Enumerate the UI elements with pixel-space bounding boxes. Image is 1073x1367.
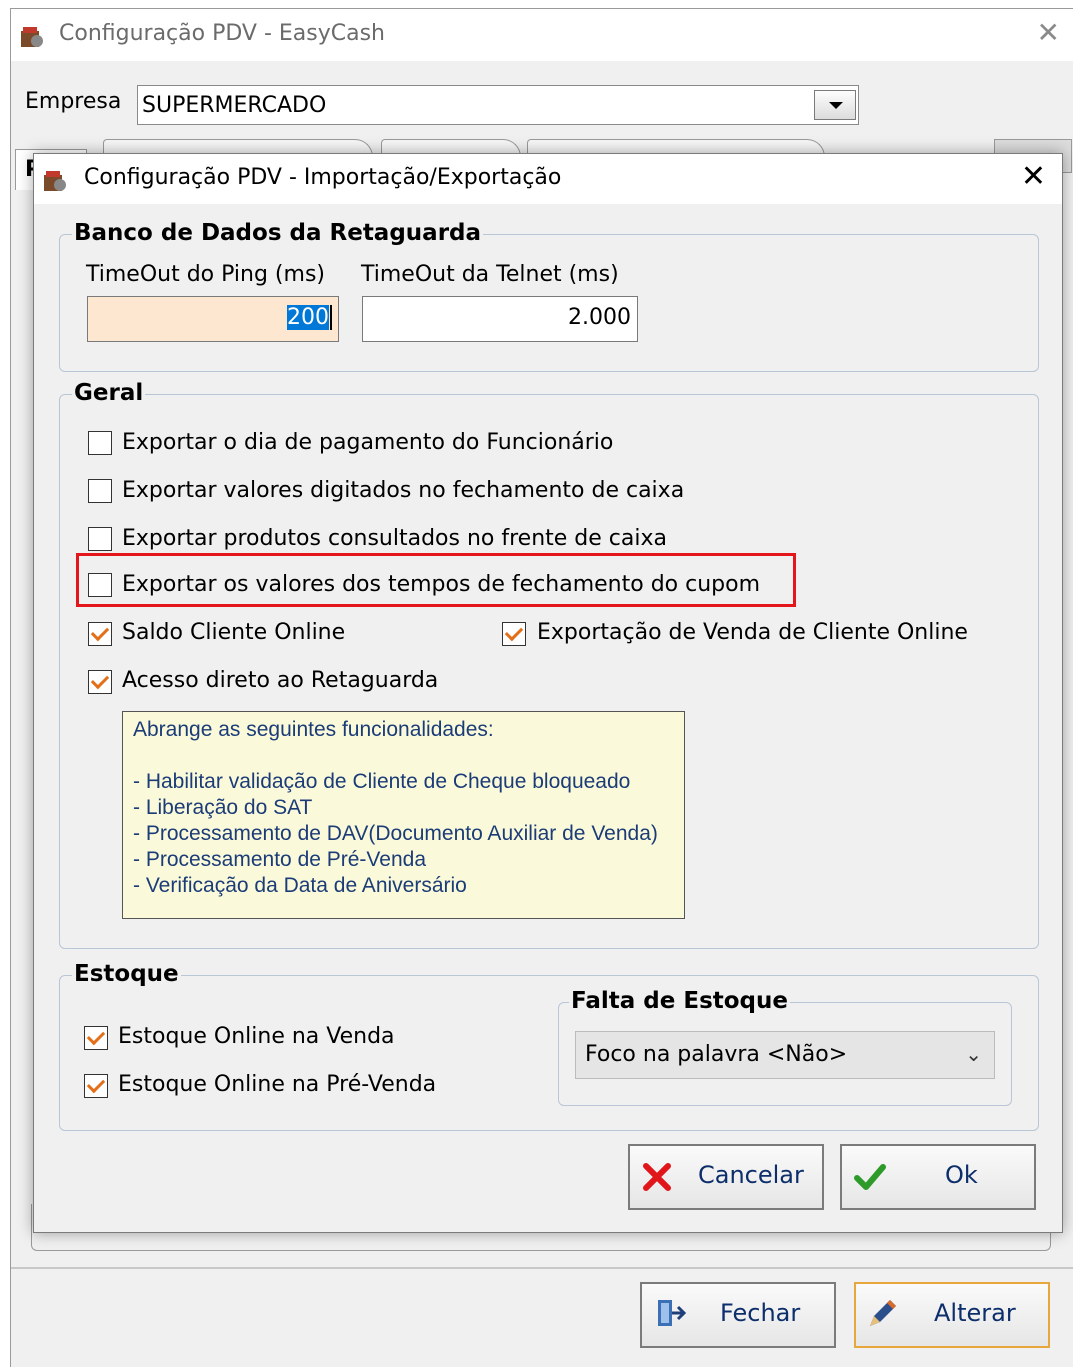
info-heading: Abrange as seguintes funcionalidades:	[133, 718, 494, 741]
ok-label: Ok	[945, 1161, 978, 1189]
falta-estoque-value: Foco na palavra <Não>	[585, 1042, 848, 1067]
divider	[11, 1267, 1073, 1269]
exportar-produtos-consultados-label: Exportar produtos consultados no frente …	[122, 526, 667, 551]
ping-value: 200	[287, 305, 329, 330]
empresa-value: SUPERMERCADO	[142, 93, 327, 118]
falta-estoque-select[interactable]: Foco na palavra <Não> ⌄	[575, 1031, 995, 1079]
info-item: - Verificação da Data de Aniversário	[133, 874, 467, 897]
checkbox-estoque-online-venda[interactable]	[84, 1026, 108, 1050]
checkbox-exportar-valores-digitados[interactable]	[88, 479, 112, 503]
telnet-label: TimeOut da Telnet (ms)	[361, 262, 619, 287]
saldo-cliente-online-label: Saldo Cliente Online	[122, 620, 346, 645]
ok-button[interactable]: Ok	[840, 1144, 1036, 1210]
checkbox-acesso-direto-retaguarda[interactable]	[88, 670, 112, 694]
checkbox-exportar-tempos-fechamento[interactable]	[88, 573, 112, 597]
checkbox-exportacao-venda-cliente-online[interactable]	[502, 622, 526, 646]
app-icon	[21, 27, 43, 47]
ping-label: TimeOut do Ping (ms)	[86, 262, 325, 287]
cancelar-button[interactable]: Cancelar	[628, 1144, 824, 1210]
checkbox-exportar-produtos-consultados[interactable]	[88, 527, 112, 551]
pen-icon	[870, 1300, 896, 1326]
estoque-online-venda-label: Estoque Online na Venda	[118, 1024, 395, 1049]
exportar-tempos-fechamento-label: Exportar os valores dos tempos de fecham…	[122, 572, 761, 597]
alterar-button[interactable]: Alterar	[854, 1282, 1050, 1348]
main-titlebar: Configuração PDV - EasyCash ✕	[11, 9, 1073, 61]
ping-timeout-input[interactable]: 200	[87, 296, 339, 342]
exportacao-venda-cliente-online-label: Exportação de Venda de Cliente Online	[537, 620, 968, 645]
checkbox-saldo-cliente-online[interactable]	[88, 622, 112, 646]
dialog-titlebar: Configuração PDV - Importação/Exportação…	[34, 154, 1062, 204]
main-close-icon[interactable]: ✕	[1037, 19, 1060, 47]
import-export-dialog: Configuração PDV - Importação/Exportação…	[33, 153, 1063, 1233]
dialog-title: Configuração PDV - Importação/Exportação	[84, 165, 562, 190]
telnet-value: 2.000	[568, 305, 631, 330]
fechar-label: Fechar	[720, 1299, 801, 1327]
info-box: Abrange as seguintes funcionalidades: - …	[122, 711, 685, 919]
telnet-timeout-input[interactable]: 2.000	[362, 296, 638, 342]
info-item: - Processamento de DAV(Documento Auxilia…	[133, 822, 658, 845]
exit-door-icon	[658, 1300, 686, 1326]
empresa-label: Empresa	[25, 89, 122, 114]
info-item: - Processamento de Pré-Venda	[133, 848, 426, 871]
empresa-select[interactable]: SUPERMERCADO	[137, 85, 859, 125]
checkbox-estoque-online-pre-venda[interactable]	[84, 1074, 108, 1098]
falta-estoque-title: Falta de Estoque	[569, 986, 790, 1016]
app-icon	[44, 171, 66, 191]
exportar-dia-pagamento-label: Exportar o dia de pagamento do Funcionár…	[122, 430, 614, 455]
chevron-down-icon: ⌄	[965, 1042, 982, 1066]
fechar-button[interactable]: Fechar	[640, 1282, 836, 1348]
exportar-valores-digitados-label: Exportar valores digitados no fechamento…	[122, 478, 685, 503]
estoque-group-title: Estoque	[72, 959, 181, 989]
cancelar-label: Cancelar	[698, 1161, 804, 1189]
checkbox-exportar-dia-pagamento[interactable]	[88, 431, 112, 455]
check-icon	[854, 1164, 886, 1190]
dialog-close-icon[interactable]: ✕	[1021, 162, 1046, 192]
text-caret	[330, 305, 332, 330]
alterar-label: Alterar	[934, 1299, 1016, 1327]
close-icon	[643, 1163, 671, 1191]
chevron-down-icon[interactable]	[814, 90, 856, 120]
info-item: - Habilitar validação de Cliente de Cheq…	[133, 770, 631, 793]
banco-group-title: Banco de Dados da Retaguarda	[72, 218, 484, 248]
estoque-online-pre-venda-label: Estoque Online na Pré-Venda	[118, 1072, 437, 1097]
geral-group-title: Geral	[72, 378, 146, 408]
info-item: - Liberação do SAT	[133, 796, 313, 819]
main-window-title: Configuração PDV - EasyCash	[59, 21, 385, 46]
acesso-direto-retaguarda-label: Acesso direto ao Retaguarda	[122, 668, 439, 693]
